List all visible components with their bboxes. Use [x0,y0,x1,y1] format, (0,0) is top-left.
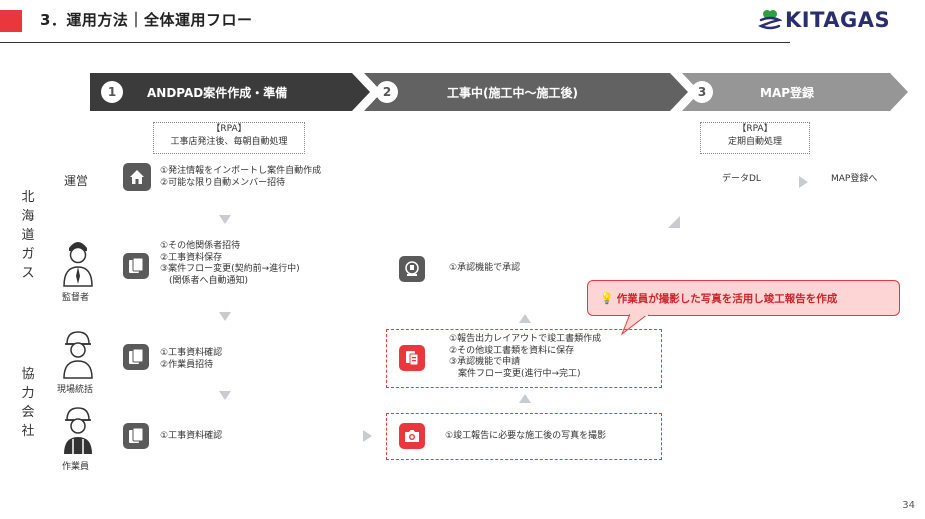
arrow-right-to-phase2 [363,430,372,442]
arrow-right-dl-to-map [799,176,808,188]
unei-phase3-data-dl: データDL [722,174,761,184]
arrow-down-2 [219,312,231,321]
unei-phase1-step-2: ②可能な限り自動メンバー招待 [160,177,286,188]
sagyo-phase1-step: ①工事資料確認 [160,431,223,441]
genba-phase2-steps: ①報告出力レイアウトで竣工書類作成 ②その他竣工書類を資料に保存 ③承認機能で申… [449,334,601,380]
rpa-box-phase1: 【RPA】 工事店発注後、毎朝自動処理 [153,122,305,154]
phase-3-number: 3 [691,81,713,103]
arrow-up-1 [519,314,531,323]
callout-worker-photo: 💡 作業員が撮影した写真を活用し竣工報告を作成 [587,280,900,316]
worker-helmet-icon [64,407,92,454]
group-label-kyoryoku: 協力会社 [21,367,35,439]
arrow-up-2 [519,394,531,403]
kantoku-phase1-step-3-note: (関係者へ自動通知) [160,275,249,286]
phase-2-number: 2 [376,81,398,103]
title-divider [0,42,790,43]
arrow-down-1 [219,215,231,224]
genba-phase2-step-3-note: 案件フロー変更(進行中→完工) [449,368,581,379]
kantoku-phase1-step-2: ②工事資料保存 [160,252,223,263]
role-label-kantokusha: 監督者 [62,293,90,303]
genba-phase2-step-1: ①報告出力レイアウトで竣工書類作成 [449,334,602,344]
rpa-box-phase1-desc: 工事店発注後、毎朝自動処理 [170,137,288,147]
genba-phase2-step-3: ③承認機能で申請 [449,357,521,367]
genba-phase1-step-1: ①工事資料確認 [160,348,223,358]
genba-phase2-step-2: ②その他竣工書類を資料に保存 [449,345,575,356]
page-title: 3．運用方法｜全体運用フロー [40,11,253,29]
unei-phase1-step-1: ①発注情報をインポートし案件自動作成 [160,166,322,176]
sagyo-phase2-step: ①竣工報告に必要な施工後の写真を撮影 [445,431,607,441]
arrow-diagonal-to-phase3 [668,216,680,228]
rpa-box-phase3-title: 【RPA】 [737,124,773,134]
home-icon [123,163,151,191]
documents-icon [123,253,149,279]
callout-text: 作業員が撮影した写真を活用し竣工報告を作成 [616,292,838,305]
phase-3-label: MAP登録 [760,86,815,100]
genba-phase1-steps: ①工事資料確認 ②作業員招待 [160,348,222,371]
kitagas-emblem-icon [758,10,782,30]
kantoku-phase1-step-1: ①その他関係者招待 [160,241,241,251]
kantoku-phase1-step-3: ③案件フロー変更(契約前→進行中) [160,264,300,274]
genba-phase1-step-2: ②作業員招待 [160,359,214,370]
page-number: 34 [902,500,915,511]
title-accent-mark [0,10,22,32]
kantoku-phase2-step: ①承認機能で承認 [449,263,521,273]
rpa-box-phase3: 【RPA】 定期自動処理 [700,122,810,154]
unei-phase3-map: MAP登録へ [831,174,878,184]
rpa-box-phase1-title: 【RPA】 [211,124,247,134]
lightbulb-icon: 💡 [600,291,614,305]
phase-1-label: ANDPAD案件作成・準備 [147,86,288,100]
role-label-unei: 運営 [64,174,89,188]
phase-2-label: 工事中(施工中〜施工後) [447,86,578,100]
role-label-sagyoin: 作業員 [62,462,90,472]
phase-1-number: 1 [101,81,123,103]
site-manager-helmet-icon [63,331,93,379]
documents-icon-2 [123,344,149,370]
approval-stamp-icon [399,256,425,282]
documents-icon-3 [123,423,149,449]
logo-text: KITAGAS [785,8,891,32]
supervisor-person-icon [63,242,93,287]
report-document-icon [399,345,425,371]
rpa-box-phase3-desc: 定期自動処理 [727,137,782,147]
unei-phase1-steps: ①発注情報をインポートし案件自動作成 ②可能な限り自動メンバー招待 [160,166,321,189]
kitagas-logo: KITAGAS [758,7,890,33]
role-label-genba: 現場統括 [57,385,94,395]
arrow-down-3 [219,391,231,400]
group-label-hokkaido-gas: 北海道ガス [21,190,35,281]
camera-icon [399,423,425,449]
kantoku-phase1-steps: ①その他関係者招待 ②工事資料保存 ③案件フロー変更(契約前→進行中) (関係者… [160,241,300,287]
